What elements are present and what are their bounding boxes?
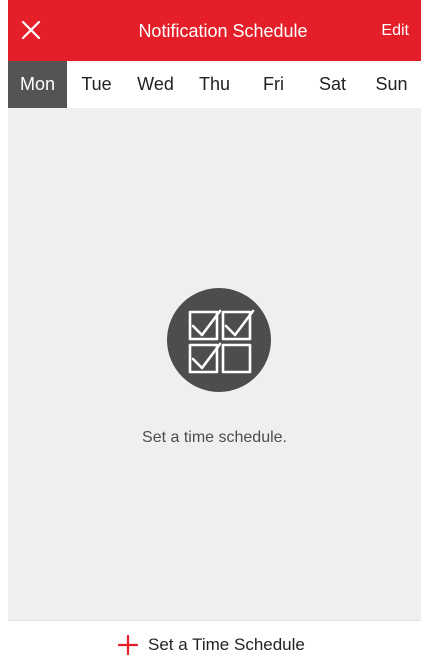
tab-sun[interactable]: Sun: [362, 61, 421, 108]
tab-tue[interactable]: Tue: [67, 61, 126, 108]
tab-mon[interactable]: Mon: [8, 61, 67, 108]
phone-frame: Notification Schedule Edit Mon Tue Wed T…: [0, 0, 429, 666]
notification-schedule-screen: Notification Schedule Edit Mon Tue Wed T…: [8, 0, 421, 666]
plus-icon: [118, 635, 138, 655]
set-time-schedule-button[interactable]: Set a Time Schedule: [118, 633, 305, 657]
tab-sat[interactable]: Sat: [303, 61, 362, 108]
tab-wed[interactable]: Wed: [126, 61, 185, 108]
weekday-tabs: Mon Tue Wed Thu Fri Sat Sun: [8, 61, 421, 108]
tab-thu[interactable]: Thu: [185, 61, 244, 108]
app-header: Notification Schedule Edit: [8, 0, 421, 61]
close-button[interactable]: [16, 15, 46, 45]
empty-state-message: Set a time schedule.: [142, 429, 287, 446]
edit-button[interactable]: Edit: [381, 20, 409, 42]
set-time-schedule-label: Set a Time Schedule: [148, 635, 305, 654]
schedule-empty-area: Set a time schedule.: [8, 108, 421, 620]
page-title: Notification Schedule: [138, 21, 308, 41]
schedule-checklist-icon: [167, 288, 271, 392]
tab-fri[interactable]: Fri: [244, 61, 303, 108]
close-icon: [21, 20, 41, 40]
bottom-action-bar: Set a Time Schedule: [8, 620, 421, 666]
